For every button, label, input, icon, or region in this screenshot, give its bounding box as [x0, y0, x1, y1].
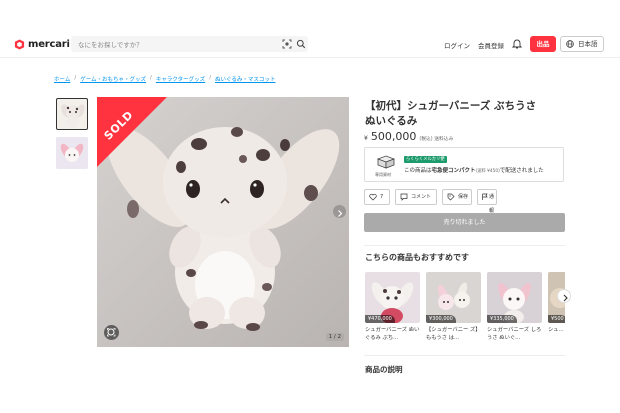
recommendations-title: こちらの商品もおすすめです [365, 253, 469, 262]
chevron-right-icon [563, 294, 568, 302]
breadcrumb-character-goods[interactable]: キャラクターグッズ [156, 75, 205, 83]
shipping-badge: らくらくメルカリ便 [404, 156, 447, 163]
thumbnail-box-image [56, 137, 88, 169]
recommended-item-price: ¥300,000 [426, 315, 456, 323]
save-tag-icon [447, 193, 455, 201]
language-label: 日本語 [578, 40, 598, 48]
recommended-item[interactable]: ¥470,000 シュガーバニーズ ぬいぐるみ ぶち... [365, 272, 420, 347]
breadcrumb: ホーム / ゲーム・おもちゃ・グッズ / キャラクターグッズ / ぬいぐるみ・マ… [54, 75, 275, 83]
signup-link[interactable]: 会員登録 [478, 40, 504, 50]
search-icon[interactable] [296, 39, 306, 49]
price-row: ¥ 500,000 (税込) 送料込み [364, 130, 453, 143]
photo-pager: 1 / 2 [325, 333, 344, 341]
breadcrumb-games-toys[interactable]: ゲーム・おもちゃ・グッズ [80, 75, 146, 83]
section-divider [364, 355, 565, 356]
shipping-text-prefix: この商品は [404, 168, 432, 174]
recommended-item-name: 【シュガーバニー ズ】ももうさ は... [426, 327, 481, 341]
breadcrumb-separator: / [74, 75, 77, 81]
shipping-method: 宅急便コンパクト [431, 168, 476, 174]
heart-icon [369, 193, 377, 201]
price-note: (税込) 送料込み [419, 137, 454, 142]
package-box-icon [377, 155, 395, 169]
shipping-fee: (送料 ¥450) [475, 169, 500, 174]
item-title: 【初代】シュガーバニーズ ぶちうさ ぬいぐるみ [365, 100, 537, 127]
thumbnail-plush-image [61, 104, 85, 128]
login-link[interactable]: ログイン [444, 40, 470, 50]
site-header: mercari なにをお探しですか？ ログイン 会員登録 出品 日本語 [0, 0, 620, 58]
thumbnail-2[interactable] [56, 137, 88, 169]
zoom-icon [107, 328, 116, 337]
report-button[interactable]: 通報 [477, 189, 497, 214]
save-label: 保存 [458, 194, 469, 200]
shipping-text: この商品は宅急便コンパクト(送料 ¥450)で配送されました [404, 166, 544, 174]
recommended-item-name: シュガーバニーズ しろうさ ぬいぐ... [487, 327, 542, 341]
globe-icon [566, 40, 574, 48]
shipping-info-box: 専用資材 らくらくメルカリ便 この商品は宅急便コンパクト(送料 ¥450)で配送… [364, 147, 564, 182]
breadcrumb-separator: / [209, 75, 212, 81]
recommended-item[interactable]: ¥500 シュ... [548, 272, 565, 347]
logo-text: mercari [28, 38, 70, 50]
recommended-item-price: ¥470,000 [365, 315, 395, 323]
comment-label: コメント [411, 194, 432, 200]
listing-button[interactable]: 出品 [530, 36, 556, 52]
recommended-item-name: シュガーバニーズ ぬいぐるみ ぶち... [365, 327, 420, 341]
search-input[interactable]: なにをお探しですか？ [71, 36, 308, 52]
thumbnail-1[interactable] [56, 98, 88, 130]
recommended-item[interactable]: ¥335,000 シュガーバニーズ しろうさ ぬいぐ... [487, 272, 542, 347]
language-button[interactable]: 日本語 [560, 36, 604, 52]
breadcrumb-plush[interactable]: ぬいぐるみ・マスコット [215, 75, 275, 83]
section-divider [364, 245, 565, 246]
flag-icon [482, 193, 488, 200]
breadcrumb-home[interactable]: ホーム [54, 75, 70, 83]
breadcrumb-separator: / [150, 75, 152, 81]
like-count: 7 [380, 194, 384, 200]
description-title: 商品の説明 [365, 365, 403, 374]
currency-symbol: ¥ [364, 135, 368, 142]
chevron-right-icon [338, 210, 343, 217]
notification-bell-icon[interactable] [512, 38, 522, 49]
recommended-item-price: ¥500 [548, 315, 565, 323]
recommended-item-image: ¥335,000 [487, 272, 542, 323]
recommendations-next-button[interactable] [557, 289, 571, 303]
box-caption: 専用資材 [375, 172, 391, 177]
comment-icon [400, 193, 408, 201]
zoom-button[interactable] [104, 325, 119, 340]
image-search-icon[interactable] [282, 39, 292, 49]
mercari-logo[interactable]: mercari [14, 37, 70, 51]
save-button[interactable]: 保存 [442, 189, 472, 205]
comment-button[interactable]: コメント [395, 189, 437, 205]
recommended-item[interactable]: ¥300,000 【シュガーバニー ズ】ももうさ は... [426, 272, 481, 347]
search-placeholder: なにをお探しですか？ [78, 41, 143, 49]
recommended-item-image: ¥300,000 [426, 272, 481, 323]
recommended-item-price: ¥335,000 [487, 315, 517, 323]
like-button[interactable]: 7 [364, 189, 390, 205]
sold-out-button[interactable]: 売り切れました [364, 213, 565, 232]
recommended-item-image: ¥470,000 [365, 272, 420, 323]
item-price: 500,000 [370, 130, 417, 143]
next-photo-button[interactable] [333, 205, 346, 218]
shipping-text-suffix: で配送されました [499, 168, 544, 174]
mercari-logo-icon [14, 38, 25, 50]
main-product-photo[interactable]: SOLD 1 / 2 [97, 97, 349, 347]
recommended-item-name: シュ... [548, 327, 564, 333]
